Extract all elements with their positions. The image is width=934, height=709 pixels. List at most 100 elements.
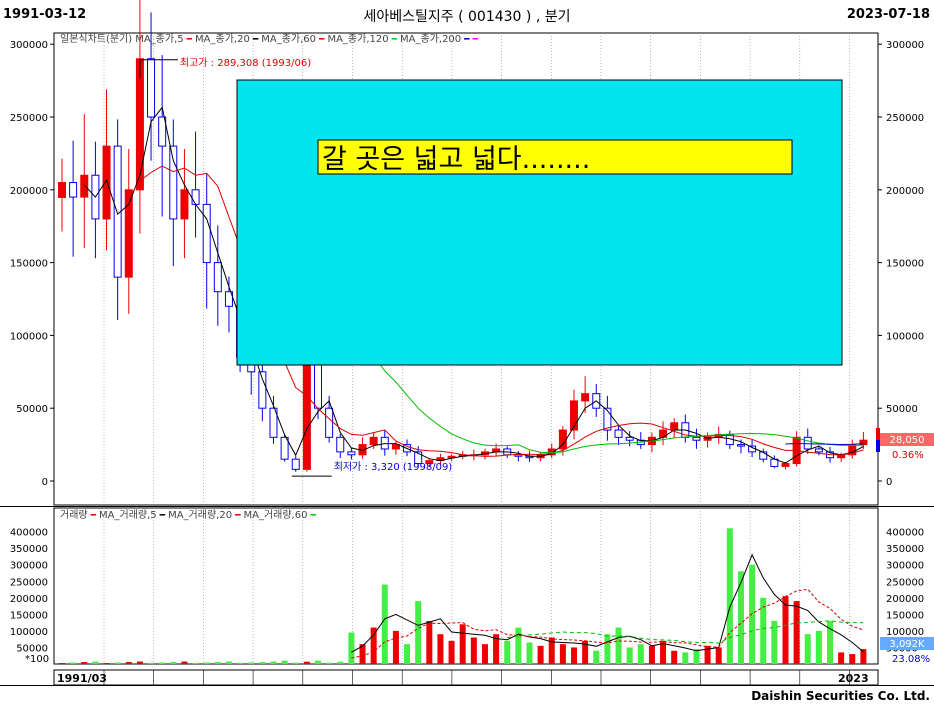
- current-candle-up: [876, 428, 880, 440]
- candle-body: [603, 407, 612, 431]
- candle-body: [169, 145, 178, 220]
- volume-unit-label: *100: [25, 654, 49, 665]
- x-axis-start-label: 1991/03: [57, 672, 107, 685]
- price-legend-item: 일본식차트(분기): [60, 33, 132, 45]
- volume-bar: [782, 596, 789, 664]
- volume-bar: [315, 660, 322, 664]
- volume-legend-marker: ━: [90, 511, 97, 521]
- volume-bar: [615, 627, 622, 664]
- candle-body: [80, 174, 89, 198]
- candle-body: [347, 451, 356, 456]
- volume-bar: [693, 649, 700, 664]
- volume-bar: [459, 624, 466, 664]
- volume-y-tick-label-left: 100000: [10, 627, 48, 638]
- volume-legend-item: MA_거래량,5: [99, 509, 157, 521]
- volume-bar: [426, 620, 433, 664]
- y-tick-label-right: 0: [886, 477, 892, 488]
- volume-bar: [114, 662, 121, 664]
- y-tick-label-left: 50000: [16, 404, 48, 415]
- y-tick-label-right: 250000: [886, 113, 924, 124]
- volume-bar: [326, 662, 333, 664]
- current-candle-down: [876, 440, 880, 452]
- volume-y-tick-label-left: 50000: [16, 643, 48, 654]
- volume-bar: [737, 571, 744, 664]
- volume-bar: [571, 647, 578, 664]
- candle-body: [69, 182, 78, 198]
- candle-body: [213, 262, 222, 293]
- volume-bar: [760, 597, 767, 664]
- y-tick-label-right: 150000: [886, 259, 924, 270]
- current-volume-label: 3,092K: [889, 639, 925, 650]
- candle-body: [135, 58, 144, 191]
- volume-bar: [192, 663, 199, 665]
- volume-y-tick-label-left: 300000: [10, 561, 48, 572]
- volume-bar: [125, 662, 132, 664]
- volume-legend-item: 거래량: [60, 509, 88, 521]
- volume-bar: [237, 663, 244, 665]
- price-legend-item: MA_종가,120: [327, 33, 388, 45]
- candle-body: [124, 189, 133, 278]
- volume-bar: [637, 644, 644, 664]
- candle-body: [692, 436, 701, 441]
- price-legend-item: MA_종가,5: [135, 33, 183, 45]
- low-label: 최저가 : 3,320 (1998/09): [334, 461, 453, 473]
- candle-body: [803, 436, 812, 450]
- annotation-text: 갈 곳은 넓고 넓다........: [322, 144, 590, 175]
- volume-y-tick-label-right: 250000: [886, 577, 924, 588]
- price-legend-item: MA_종가,200: [400, 33, 461, 45]
- candle-body: [202, 203, 211, 264]
- volume-y-tick-label-right: 100000: [886, 627, 924, 638]
- volume-bar: [103, 663, 110, 665]
- y-tick-label-right: 200000: [886, 186, 924, 197]
- candle-body: [736, 444, 745, 447]
- volume-bar: [270, 661, 277, 664]
- price-legend-item: MA_종가,60: [261, 33, 316, 45]
- volume-bar: [170, 662, 177, 664]
- volume-legend-marker: ━: [234, 511, 241, 521]
- volume-bar: [381, 584, 388, 664]
- price-legend-marker: ━: [318, 35, 325, 45]
- volume-legend: 거래량 ━ MA_거래량,5 ━ MA_거래량,20 ━ MA_거래량,60 ━: [60, 509, 316, 521]
- volume-bar: [259, 662, 266, 664]
- volume-bar: [81, 662, 88, 664]
- candle-body: [147, 58, 156, 118]
- volume-bar: [849, 654, 856, 664]
- current-price-label: 28,050: [890, 435, 925, 446]
- volume-bar: [415, 601, 422, 664]
- stock-chart[interactable]: 300000 300000 250000 250000 200000 200000 1500…: [0, 0, 934, 709]
- volume-bar: [515, 627, 522, 664]
- volume-bar: [303, 661, 310, 664]
- volume-bar: [626, 647, 633, 664]
- current-volume-pct: 23.08%: [892, 654, 930, 665]
- candle-body: [670, 422, 679, 431]
- volume-bar: [437, 634, 444, 664]
- volume-bar: [815, 630, 822, 664]
- volume-bar: [537, 645, 544, 664]
- volume-legend-item: MA_거래량,60: [243, 509, 307, 521]
- candle-body: [369, 436, 378, 446]
- volume-bar: [804, 634, 811, 664]
- candle-body: [814, 448, 823, 453]
- candle-body: [581, 393, 590, 402]
- volume-bar: [504, 640, 511, 664]
- price-legend-marker: ━: [463, 35, 470, 45]
- volume-bar: [92, 661, 99, 664]
- price-legend-marker: ━: [472, 35, 479, 45]
- y-tick-label-left: 200000: [10, 186, 48, 197]
- volume-y-tick-label-left: 350000: [10, 544, 48, 555]
- candle-body: [336, 436, 345, 453]
- volume-bar: [248, 662, 255, 664]
- volume-y-tick-label-right: 200000: [886, 594, 924, 605]
- volume-bar: [70, 662, 77, 664]
- x-axis-end-label: 2023: [838, 672, 869, 685]
- volume-bar: [225, 661, 232, 664]
- y-tick-label-left: 250000: [10, 113, 48, 124]
- volume-bar: [793, 601, 800, 664]
- volume-bar: [404, 644, 411, 664]
- candle-body: [258, 371, 267, 409]
- volume-y-tick-label-right: 150000: [886, 610, 924, 621]
- volume-bar: [559, 644, 566, 664]
- volume-y-tick-label-left: 200000: [10, 594, 48, 605]
- volume-bar: [136, 661, 143, 664]
- volume-y-tick-label-right: 400000: [886, 528, 924, 539]
